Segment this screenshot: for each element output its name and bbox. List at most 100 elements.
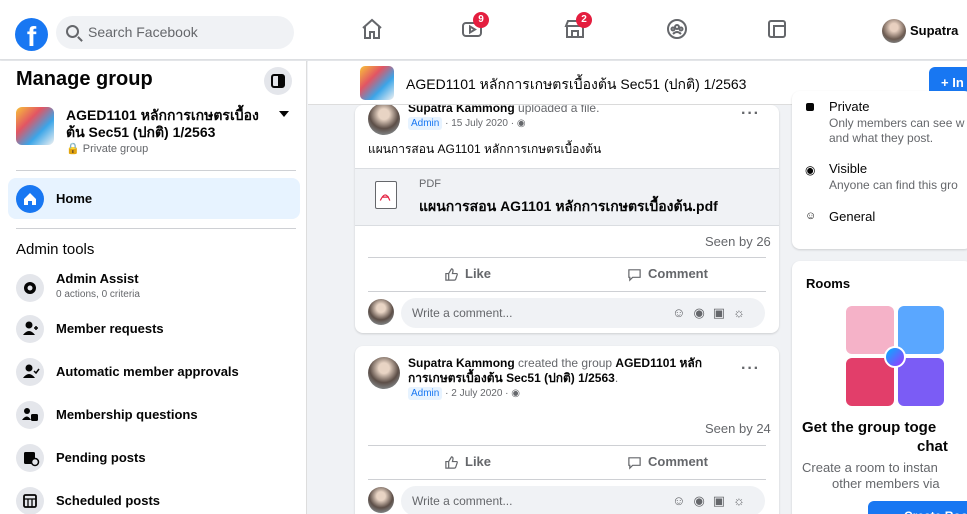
- create-room-button[interactable]: Create Roo: [868, 501, 967, 514]
- lock-icon: [806, 103, 814, 111]
- sidebar-item-member-requests[interactable]: Member requests: [16, 313, 306, 347]
- post-meta: Admin · 15 July 2020 · ◉: [408, 117, 526, 130]
- file-attachment[interactable]: PDF แผนการสอน AG1101 หลักการเกษตรเบื้องต…: [355, 168, 779, 226]
- top-navigation-bar: f Search Facebook 9 2 Supatra: [0, 0, 967, 60]
- admin-badge: Admin: [408, 117, 443, 130]
- gif-icon[interactable]: ▣: [713, 493, 733, 508]
- more-options-icon[interactable]: ···: [741, 105, 760, 123]
- home-icon: [16, 185, 44, 213]
- group-thumbnail[interactable]: [16, 107, 54, 145]
- camera-icon[interactable]: ◉: [693, 493, 712, 508]
- rooms-title: Rooms: [806, 276, 851, 291]
- post-author[interactable]: Supatra Kammong: [408, 356, 515, 370]
- sidebar-item-scheduled-posts[interactable]: Scheduled posts: [16, 485, 306, 514]
- divider: [368, 479, 766, 480]
- sidebar-item-automatic-member-approvals[interactable]: Automatic member approvals: [16, 356, 306, 390]
- camera-icon[interactable]: ◉: [693, 305, 712, 320]
- group-main-content: AGED1101 หลักการเกษตรเบื้องต้น Sec51 (ปก…: [308, 61, 967, 514]
- thumbs-up-icon: [445, 456, 458, 469]
- comment-button[interactable]: Comment: [627, 454, 708, 470]
- messenger-icon: [884, 346, 906, 368]
- sidebar-item-admin-assist[interactable]: Admin Assist 0 actions, 0 criteria: [16, 268, 306, 302]
- sidebar-item-label: Member requests: [56, 321, 164, 336]
- sidebar-item-sublabel: 0 actions, 0 criteria: [56, 289, 140, 300]
- gaming-nav-icon[interactable]: [762, 17, 792, 47]
- post-date[interactable]: · 15 July 2020 ·: [445, 118, 517, 129]
- marketplace-nav-icon[interactable]: 2: [560, 12, 592, 47]
- seen-count[interactable]: Seen by 24: [705, 421, 771, 436]
- group-link[interactable]: AGED1101 หลัก: [615, 356, 702, 370]
- automatic-approvals-icon: [16, 358, 44, 386]
- post-meta: Admin · 2 July 2020 · ◉: [408, 387, 520, 400]
- avatar[interactable]: [368, 357, 400, 389]
- sticker-icon[interactable]: ☼: [733, 305, 753, 320]
- sidebar-item-home[interactable]: Home: [8, 178, 300, 219]
- admin-assist-icon: [16, 274, 44, 302]
- rooms-description-2: other members via: [832, 476, 940, 491]
- post-author[interactable]: Supatra Kammong: [408, 105, 515, 115]
- post-date[interactable]: · 2 July 2020 ·: [445, 388, 511, 399]
- gif-icon[interactable]: ▣: [713, 305, 733, 320]
- comment-icon: [628, 457, 641, 470]
- admin-tools-heading: Admin tools: [16, 241, 95, 258]
- seen-count[interactable]: Seen by 26: [705, 234, 771, 249]
- rooms-headline-2: chat: [917, 438, 948, 455]
- sticker-icon[interactable]: ☼: [733, 493, 753, 508]
- search-input[interactable]: Search Facebook: [56, 16, 294, 49]
- visibility-description: Anyone can find this gro: [829, 178, 958, 192]
- profile-button[interactable]: Supatra: [882, 17, 958, 47]
- group-name[interactable]: AGED1101 หลักการเกษตรเบื้องต้น Sec51 (ปก…: [66, 107, 276, 141]
- sidebar-item-label: Pending posts: [56, 450, 146, 465]
- divider: [368, 445, 766, 446]
- divider: [368, 291, 766, 292]
- pdf-file-icon: [375, 181, 397, 209]
- sidebar-item-label: Home: [56, 191, 93, 206]
- sidebar-item-label: Scheduled posts: [56, 493, 161, 508]
- sidebar-item-membership-questions[interactable]: Membership questions: [16, 399, 306, 433]
- divider: [368, 257, 766, 258]
- comment-input[interactable]: Write a comment... ☺◉▣☼: [401, 298, 765, 328]
- sidebar-item-label: Admin Assist: [56, 271, 139, 286]
- like-button[interactable]: Like: [444, 454, 491, 470]
- home-nav-icon[interactable]: [357, 17, 387, 47]
- divider: [16, 170, 296, 171]
- visibility-title: Visible: [829, 161, 868, 176]
- emoji-icon[interactable]: ☺: [672, 305, 693, 320]
- group-header-title[interactable]: AGED1101 หลักการเกษตรเบื้องต้น Sec51 (ปก…: [406, 74, 746, 96]
- scheduled-posts-icon: [16, 487, 44, 514]
- group-link-cont[interactable]: การเกษตรเบื้องต้น Sec51 (ปกติ) 1/2563: [408, 371, 615, 385]
- emoji-icon[interactable]: ☺: [672, 493, 693, 508]
- comment-tools: ☺◉▣☼: [672, 298, 753, 328]
- member-requests-icon: [16, 315, 44, 343]
- privacy-description-2: and what they post.: [829, 131, 934, 145]
- globe-icon: ◉: [516, 118, 526, 129]
- watch-notification-badge: 9: [473, 12, 489, 28]
- avatar[interactable]: [368, 105, 400, 135]
- watch-nav-icon[interactable]: 9: [457, 12, 489, 47]
- rooms-headline: Get the group toge: [802, 419, 937, 436]
- comment-input[interactable]: Write a comment... ☺◉▣☼: [401, 486, 765, 514]
- like-button[interactable]: Like: [444, 266, 491, 282]
- manage-group-sidebar: Manage group AGED1101 หลักการเกษตรเบื้อง…: [0, 61, 307, 514]
- post-header: Supatra Kammong created the group AGED11…: [408, 356, 702, 370]
- sidebar-toggle-button[interactable]: [264, 67, 292, 95]
- search-icon: [66, 25, 79, 38]
- search-placeholder: Search Facebook: [88, 24, 198, 40]
- group-thumbnail[interactable]: [360, 66, 394, 100]
- file-name[interactable]: แผนการสอน AG1101 หลักการเกษตรเบื้องต้น.p…: [419, 196, 718, 218]
- privacy-title: Private: [829, 99, 870, 114]
- file-type-label: PDF: [419, 178, 441, 190]
- pending-posts-icon: [16, 444, 44, 472]
- group-privacy-label: 🔒 Private group: [66, 143, 149, 155]
- chevron-down-icon[interactable]: [279, 111, 289, 117]
- post-card: Supatra Kammong created the group AGED11…: [355, 346, 779, 514]
- comment-button[interactable]: Comment: [627, 266, 708, 282]
- facebook-logo-icon[interactable]: f: [15, 18, 48, 51]
- post-text: แผนการสอน AG1101 หลักการเกษตรเบื้องต้น: [368, 142, 602, 156]
- privacy-description: Only members can see w: [829, 116, 965, 130]
- sidebar-item-pending-posts[interactable]: Pending posts: [16, 442, 306, 476]
- more-options-icon[interactable]: ···: [741, 360, 760, 378]
- people-icon: ☺: [805, 210, 817, 222]
- groups-nav-icon[interactable]: [662, 17, 692, 47]
- rooms-card: Rooms Get the group toge chat Create a r…: [792, 261, 967, 514]
